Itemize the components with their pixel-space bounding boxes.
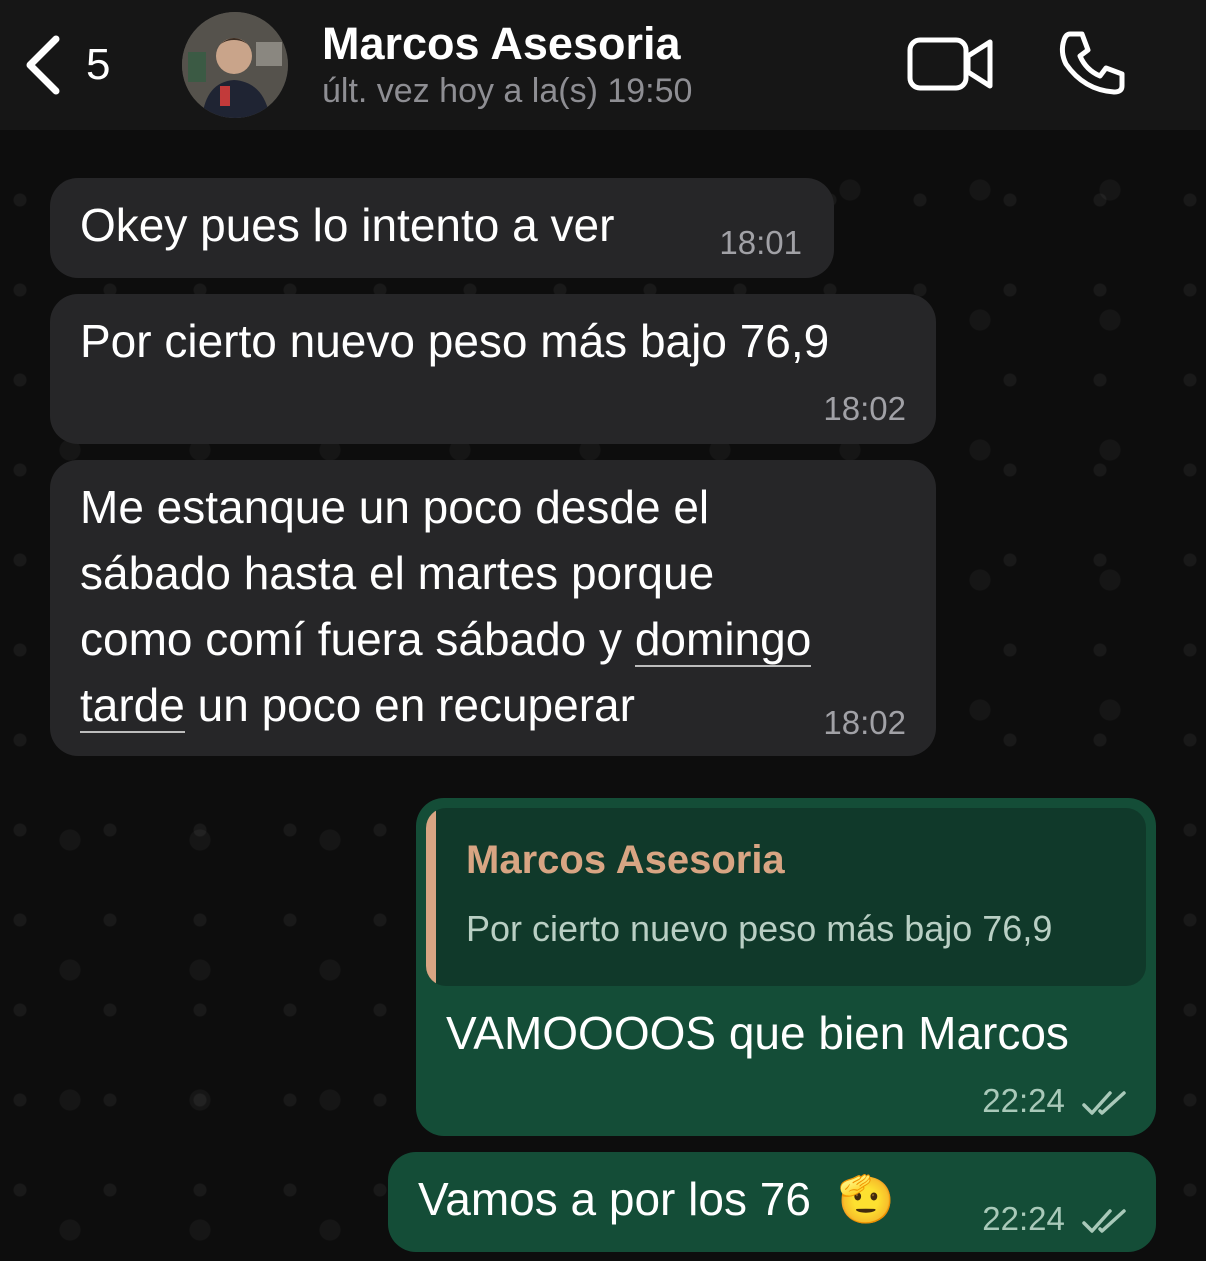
message-time: 22:24 <box>982 1082 1128 1120</box>
message-time: 18:02 <box>823 704 906 741</box>
message-time-label: 22:24 <box>982 1200 1065 1237</box>
message-time-label: 22:24 <box>982 1082 1065 1119</box>
quote-text: Por cierto nuevo peso más bajo 76,9 <box>466 908 1053 949</box>
message-fragment: como comí fuera sábado y <box>80 613 635 665</box>
double-check-icon <box>1082 1091 1126 1116</box>
incoming-message[interactable]: Okey pues lo intento a ver 18:01 <box>50 178 834 278</box>
voice-call-button[interactable] <box>1056 28 1130 98</box>
message-time: 22:24 <box>982 1200 1128 1238</box>
incoming-message[interactable]: Por cierto nuevo peso más bajo 76,9 18:0… <box>50 294 936 444</box>
message-text: Por cierto nuevo peso más bajo 76,9 <box>80 315 830 367</box>
chat-header: 5 Marcos Asesoria últ. vez hoy a la(s) 1… <box>0 0 1206 130</box>
contact-name[interactable]: Marcos Asesoria <box>322 18 681 70</box>
message-fragment: un poco en recuperar <box>184 679 635 731</box>
last-seen-status: últ. vez hoy a la(s) 19:50 <box>322 72 693 110</box>
message-text: Okey pues lo intento a ver <box>80 199 615 251</box>
video-camera-icon <box>907 37 993 91</box>
chevron-left-icon <box>26 35 60 95</box>
quote-accent-bar <box>426 808 436 986</box>
outgoing-message[interactable]: Marcos Asesoria Por cierto nuevo peso má… <box>416 798 1156 1136</box>
message-text: VAMOOOOS que bien Marcos <box>446 1007 1069 1059</box>
unread-count: 5 <box>86 40 111 89</box>
avatar[interactable] <box>182 12 288 118</box>
double-check-icon <box>1082 1209 1126 1234</box>
back-button[interactable]: 5 <box>22 30 142 100</box>
video-call-button[interactable] <box>906 32 996 96</box>
incoming-message[interactable]: Me estanque un poco desde el sábado hast… <box>50 460 936 756</box>
outgoing-message[interactable]: Vamos a por los 76 🫡 22:24 <box>388 1152 1156 1252</box>
phone-icon <box>1059 31 1125 95</box>
message-line: Me estanque un poco desde el <box>80 481 710 533</box>
date-link[interactable]: domingo <box>634 613 812 667</box>
message-text: Me estanque un poco desde el sábado hast… <box>80 474 812 738</box>
message-text: Vamos a por los 76 🫡 <box>418 1166 895 1232</box>
message-text-label: Vamos a por los 76 <box>418 1173 811 1225</box>
message-line: sábado hasta el martes porque <box>80 547 715 599</box>
date-link[interactable]: tarde <box>80 679 185 733</box>
message-line: tarde un poco en recuperar <box>80 672 811 738</box>
saluting-face-emoji: 🫡 <box>837 1173 895 1225</box>
quoted-message[interactable]: Marcos Asesoria Por cierto nuevo peso má… <box>426 808 1146 986</box>
message-line: como comí fuera sábado y domingo <box>80 606 812 672</box>
message-time: 18:01 <box>719 224 802 261</box>
message-time: 18:02 <box>823 390 906 427</box>
quote-author: Marcos Asesoria <box>466 838 785 882</box>
